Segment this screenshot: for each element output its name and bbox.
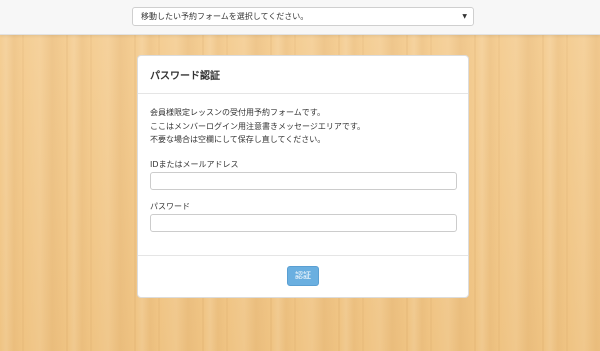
- notice-message: 会員様限定レッスンの受付用予約フォームです。 ここはメンバーログイン用注意書きメ…: [150, 106, 365, 147]
- notice-line: ここはメンバーログイン用注意書きメッセージエリアです。: [150, 121, 366, 131]
- password-input[interactable]: [150, 214, 457, 232]
- top-bar: 移動したい予約フォームを選択してください。 ▼: [0, 0, 600, 35]
- notice-line: 会員様限定レッスンの受付用予約フォームです。: [150, 108, 325, 117]
- id-input[interactable]: [150, 172, 457, 190]
- panel-footer-divider: [138, 255, 468, 256]
- form-select-value: 移動したい予約フォームを選択してください。: [141, 12, 309, 21]
- dropdown-arrow-icon: ▼: [462, 13, 467, 20]
- auth-submit-button[interactable]: 認証: [287, 266, 319, 286]
- panel-title: パスワード認証: [150, 71, 220, 82]
- id-label: IDまたはメールアドレス: [150, 160, 239, 169]
- form-select-dropdown[interactable]: 移動したい予約フォームを選択してください。 ▼: [132, 7, 474, 26]
- auth-panel: パスワード認証 会員様限定レッスンの受付用予約フォームです。 ここはメンバーログ…: [137, 55, 469, 298]
- notice-line: 不要な場合は空欄にして保存し直してください。: [150, 135, 326, 144]
- panel-heading: パスワード認証: [138, 56, 468, 94]
- page-background: { "topbar": { "form_select": { "selected…: [0, 0, 600, 351]
- password-label: パスワード: [150, 202, 190, 211]
